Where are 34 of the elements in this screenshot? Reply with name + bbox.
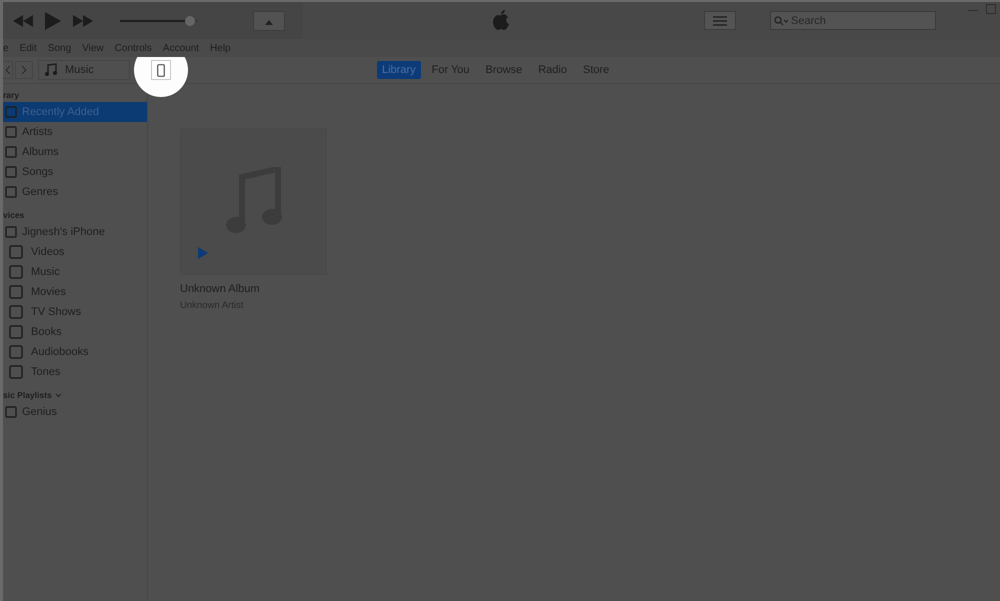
device-button[interactable]	[151, 60, 171, 80]
square-icon	[9, 265, 23, 279]
square-icon	[9, 285, 23, 299]
nav-tab[interactable]: Library	[377, 61, 421, 79]
square-icon	[9, 325, 23, 339]
square-icon	[5, 106, 17, 118]
maximize-icon[interactable]	[986, 4, 996, 14]
play-icon[interactable]	[198, 247, 208, 259]
square-icon	[9, 305, 23, 319]
rewind-icon[interactable]	[13, 14, 33, 26]
square-icon	[5, 186, 17, 198]
square-icon	[9, 245, 23, 259]
fast-forward-icon[interactable]	[73, 14, 93, 26]
square-icon	[5, 406, 17, 418]
square-icon	[9, 365, 23, 379]
forward-button[interactable]	[15, 61, 33, 79]
square-icon	[5, 146, 17, 158]
list-view-button[interactable]	[704, 11, 736, 30]
phone-icon	[157, 64, 165, 76]
apple-logo-icon	[491, 8, 511, 32]
back-button[interactable]	[3, 61, 13, 79]
square-icon	[5, 126, 17, 138]
airplay-button[interactable]	[253, 10, 285, 30]
square-icon	[5, 226, 17, 238]
search-icon[interactable]	[774, 16, 788, 26]
chevron-right-icon	[21, 65, 27, 75]
chevron-left-icon	[4, 65, 10, 75]
album-cover[interactable]	[180, 128, 327, 275]
play-icon[interactable]	[45, 12, 61, 30]
square-icon	[9, 345, 23, 359]
menu-icon	[713, 16, 727, 26]
music-note-icon	[45, 63, 57, 77]
square-icon	[5, 166, 17, 178]
chevron-down-icon[interactable]	[54, 392, 62, 398]
